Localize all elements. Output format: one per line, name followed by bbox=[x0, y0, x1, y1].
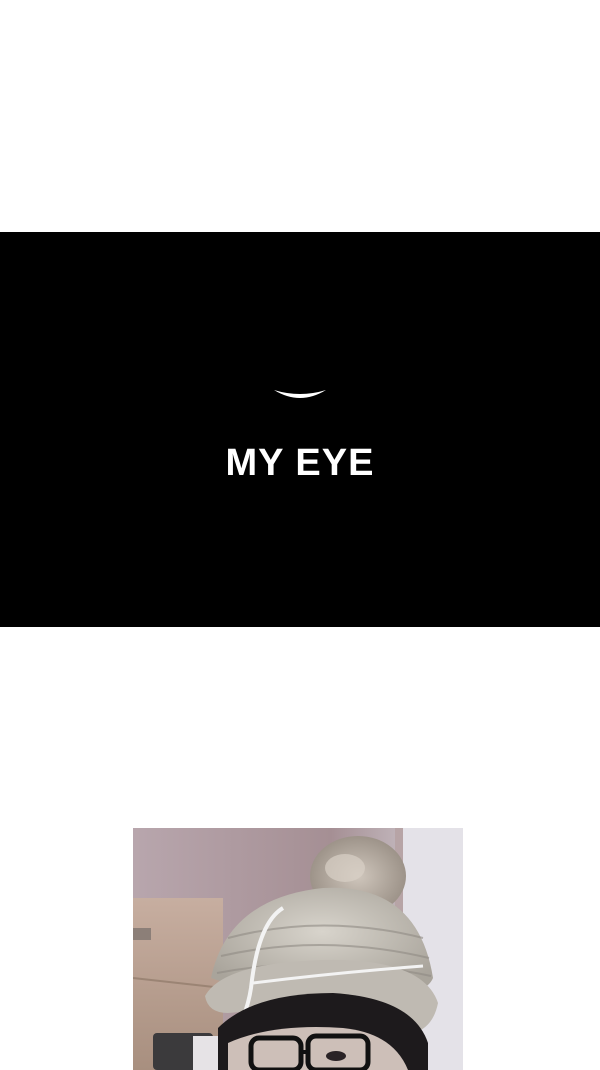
page: MY EYE bbox=[0, 0, 600, 1070]
title-card bbox=[0, 232, 600, 627]
self-portrait-photo bbox=[133, 828, 463, 1070]
smile-curve-icon bbox=[274, 390, 326, 398]
title-text: MY EYE bbox=[225, 442, 375, 484]
